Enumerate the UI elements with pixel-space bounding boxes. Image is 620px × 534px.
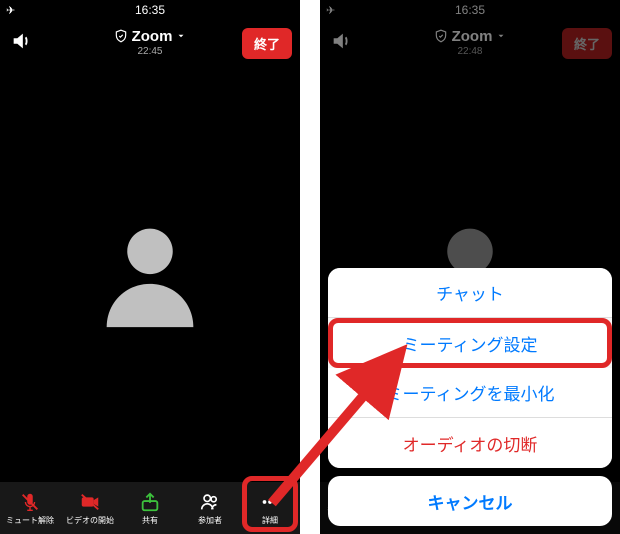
mic-muted-icon <box>19 491 41 513</box>
avatar-icon <box>85 208 215 338</box>
chevron-down-icon <box>496 31 506 41</box>
status-bar: ✈ 16:35 <box>320 0 620 20</box>
airplane-icon: ✈ <box>6 4 15 17</box>
sheet-cancel[interactable]: キャンセル <box>328 476 612 526</box>
phone-screen-left: ✈ 16:35 Zoom 22:45 終了 <box>0 0 300 534</box>
unmute-label: ミュート解除 <box>6 515 54 526</box>
app-title: Zoom <box>452 28 493 45</box>
sheet-chat[interactable]: チャット <box>328 268 612 318</box>
sheet-disconnect-audio[interactable]: オーディオの切断 <box>328 418 612 468</box>
participants-icon <box>199 491 221 513</box>
more-button[interactable]: 詳細 <box>240 491 300 526</box>
sheet-meeting-settings[interactable]: ミーティング設定 <box>328 318 612 368</box>
meeting-toolbar: ミュート解除 ビデオの開始 共有 参加者 <box>0 482 300 534</box>
more-label: 詳細 <box>262 515 278 526</box>
status-time: 16:35 <box>455 3 485 17</box>
meeting-timer: 22:48 <box>457 46 482 57</box>
video-area[interactable] <box>0 64 300 482</box>
speaker-icon <box>330 30 352 57</box>
participants-button[interactable]: 参加者 <box>180 491 240 526</box>
video-off-icon <box>79 491 101 513</box>
phone-screen-right: ✈ 16:35 Zoom 22:48 終了 <box>320 0 620 534</box>
shield-icon <box>114 29 128 43</box>
sheet-minimize[interactable]: ミーティングを最小化 <box>328 368 612 418</box>
more-icon <box>258 491 282 513</box>
share-icon <box>139 491 161 513</box>
status-time: 16:35 <box>135 3 165 17</box>
start-video-button[interactable]: ビデオの開始 <box>60 491 120 526</box>
action-sheet: チャット ミーティング設定 ミーティングを最小化 オーディオの切断 キャンセル <box>328 268 612 526</box>
meeting-header: Zoom 22:48 終了 <box>320 20 620 64</box>
speaker-icon[interactable] <box>10 30 32 57</box>
end-button[interactable]: 終了 <box>242 28 292 59</box>
unmute-button[interactable]: ミュート解除 <box>0 491 60 526</box>
share-label: 共有 <box>142 515 158 526</box>
start-video-label: ビデオの開始 <box>66 515 114 526</box>
shield-icon <box>434 29 448 43</box>
airplane-icon: ✈ <box>326 4 335 17</box>
participants-label: 参加者 <box>198 515 222 526</box>
end-button: 終了 <box>562 28 612 59</box>
meeting-timer: 22:45 <box>137 46 162 57</box>
chevron-down-icon <box>176 31 186 41</box>
share-button[interactable]: 共有 <box>120 491 180 526</box>
action-sheet-group: チャット ミーティング設定 ミーティングを最小化 オーディオの切断 <box>328 268 612 468</box>
status-bar: ✈ 16:35 <box>0 0 300 20</box>
app-title[interactable]: Zoom <box>132 28 173 45</box>
meeting-header: Zoom 22:45 終了 <box>0 20 300 64</box>
